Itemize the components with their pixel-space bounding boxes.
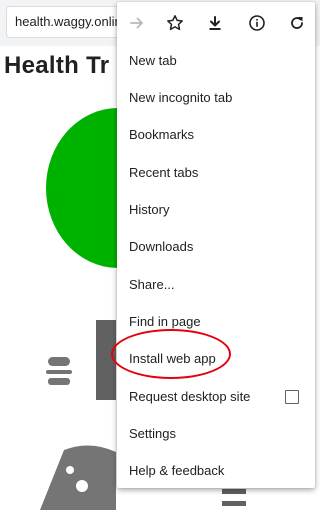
menu-item-history[interactable]: History: [117, 191, 315, 228]
menu-item-recent-tabs[interactable]: Recent tabs: [117, 154, 315, 191]
menu-item-help-feedback[interactable]: Help & feedback: [117, 452, 315, 489]
menu-item-new-incognito-tab[interactable]: New incognito tab: [117, 79, 315, 116]
reload-icon[interactable]: [283, 9, 311, 37]
menu-item-settings[interactable]: Settings: [117, 415, 315, 452]
overflow-menu: New tab New incognito tab Bookmarks Rece…: [117, 2, 315, 488]
menu-item-install-web-app[interactable]: Install web app: [117, 340, 315, 377]
menu-icon-row: [117, 2, 315, 44]
menu-item-share[interactable]: Share...: [117, 266, 315, 303]
menu-item-request-desktop-site[interactable]: Request desktop site: [117, 378, 315, 415]
menu-item-new-tab[interactable]: New tab: [117, 42, 315, 79]
gray-lines: [222, 489, 246, 506]
menu-item-request-desktop-site-label: Request desktop site: [129, 389, 251, 404]
star-icon[interactable]: [161, 9, 189, 37]
download-icon[interactable]: [201, 9, 229, 37]
menu-item-downloads[interactable]: Downloads: [117, 228, 315, 265]
burger-icon: [46, 357, 72, 385]
menu-item-find-in-page[interactable]: Find in page: [117, 303, 315, 340]
pizza-slice-icon: [40, 445, 116, 510]
request-desktop-site-checkbox[interactable]: [285, 390, 299, 404]
forward-arrow-icon[interactable]: [123, 9, 151, 37]
gray-figure: [96, 320, 116, 400]
menu-item-bookmarks[interactable]: Bookmarks: [117, 116, 315, 153]
info-icon[interactable]: [243, 9, 271, 37]
green-circle: [46, 108, 118, 268]
